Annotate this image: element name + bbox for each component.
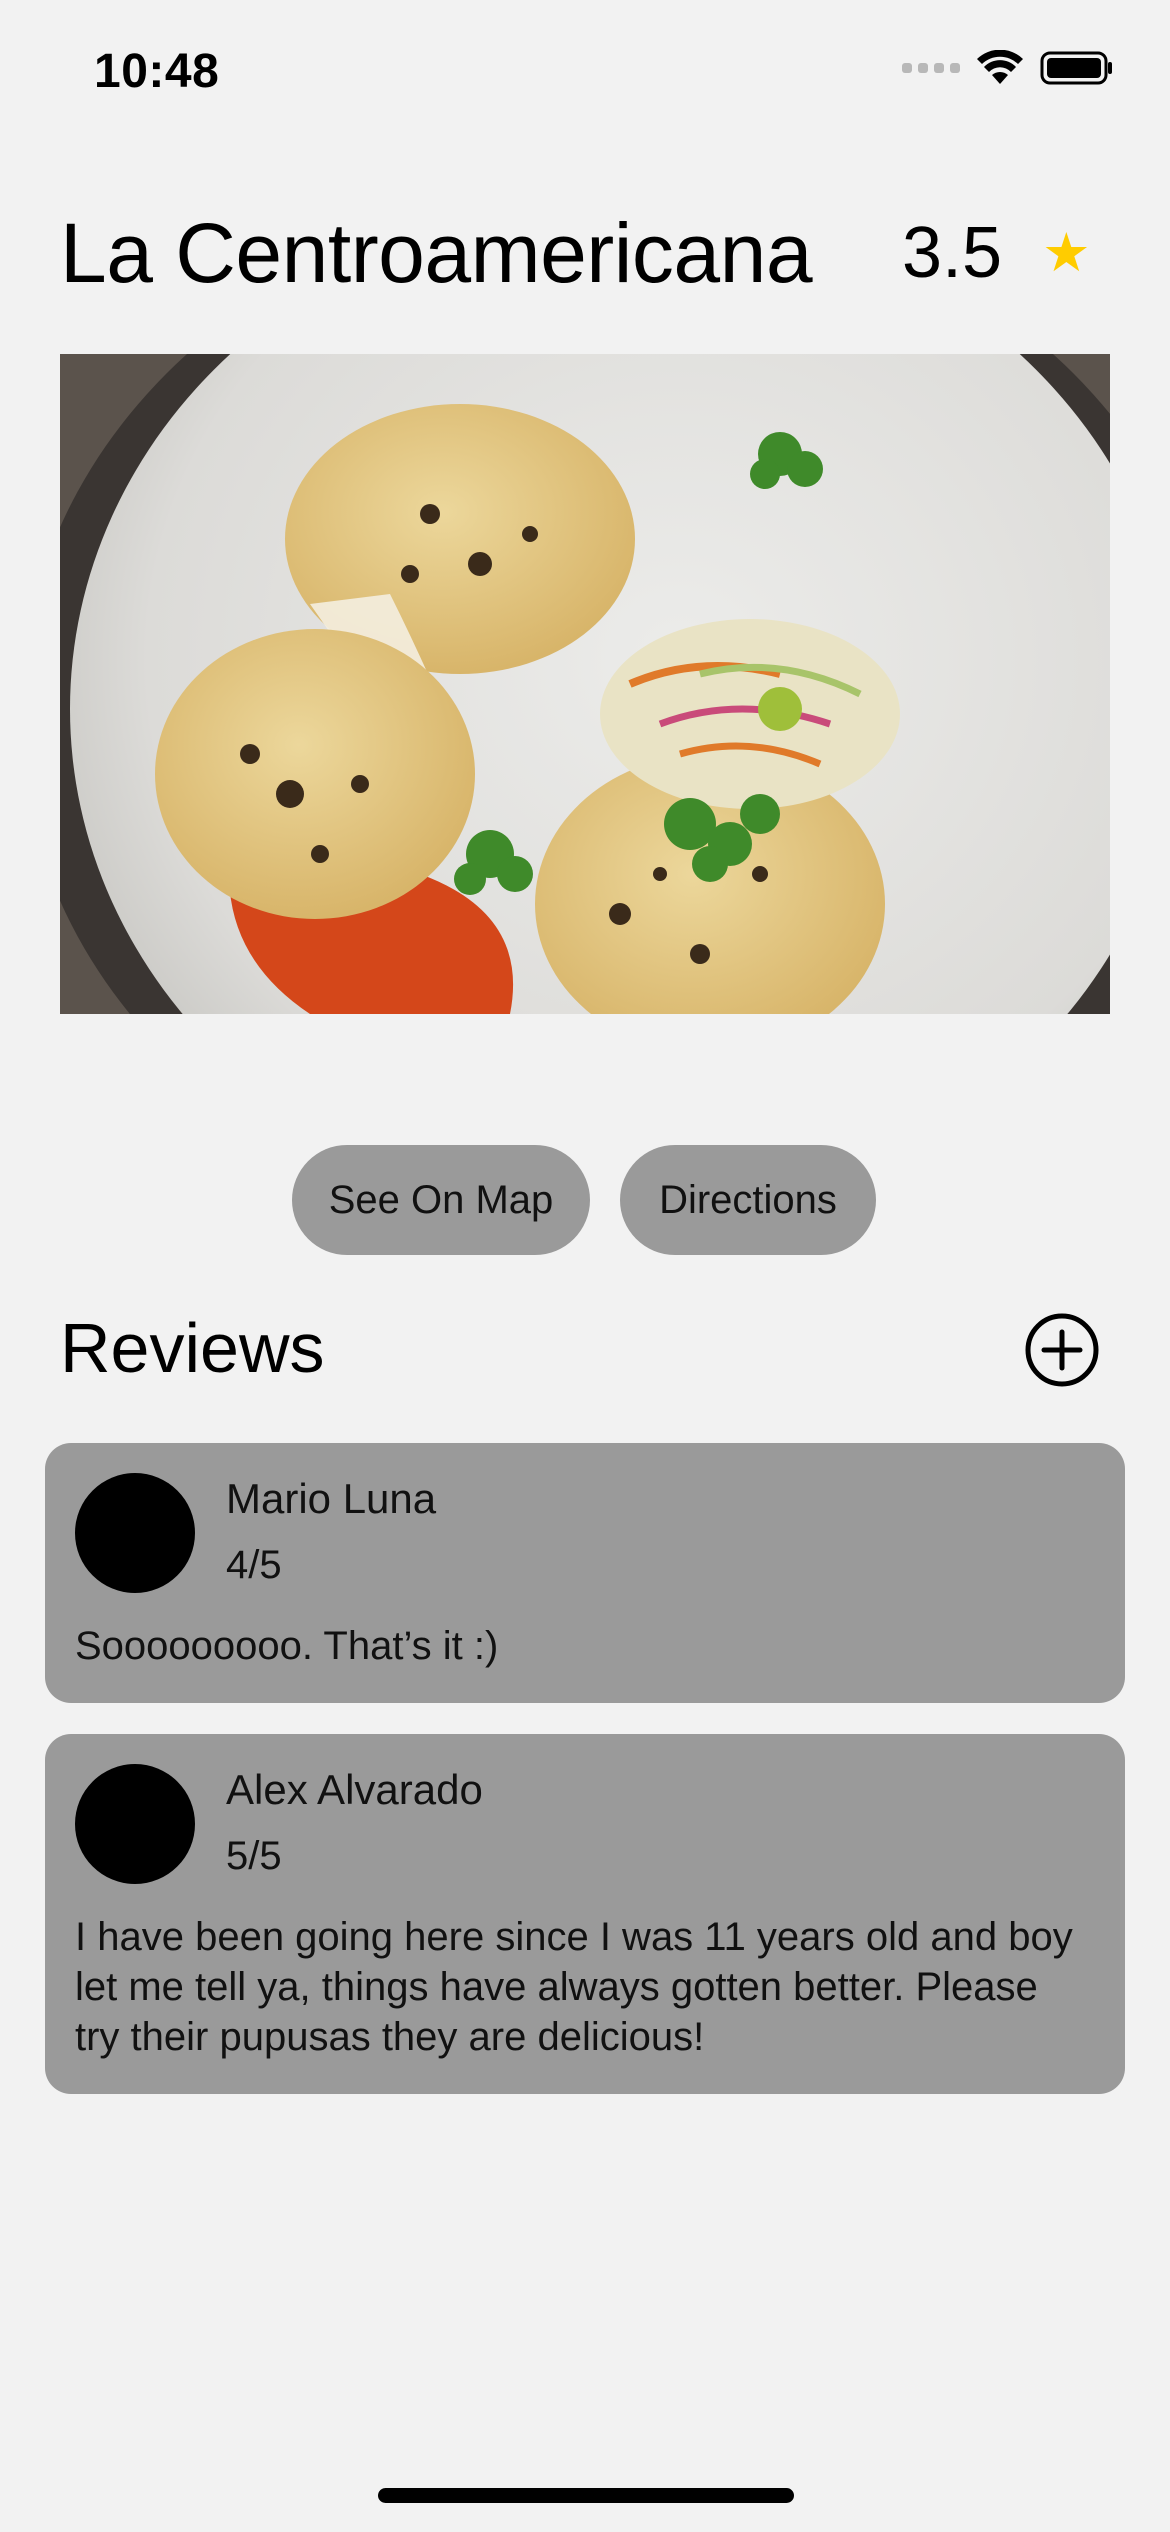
- cellular-signal-icon: [902, 63, 960, 73]
- restaurant-name: La Centroamericana: [60, 206, 813, 300]
- review-text: Sooooooooo. That’s it :): [75, 1624, 499, 1668]
- review-score: 4/5: [226, 1543, 282, 1587]
- rating-value: 3.5: [902, 213, 1003, 293]
- restaurant-photo: [60, 354, 1110, 1014]
- status-bar: 10:48: [0, 0, 1170, 150]
- review-score: 5/5: [226, 1834, 282, 1878]
- directions-button[interactable]: Directions: [620, 1145, 876, 1255]
- wifi-icon: [977, 50, 1023, 84]
- pupusas-photo: [60, 354, 1110, 1014]
- reviews-title: Reviews: [60, 1309, 325, 1387]
- reviewer-name: Alex Alvarado: [226, 1766, 483, 1813]
- rating: 3.5 ★: [902, 212, 1091, 294]
- see-on-map-button[interactable]: See On Map: [292, 1145, 590, 1255]
- reviewer-name: Mario Luna: [226, 1475, 437, 1522]
- review-text: I have been going here since I was 11 ye…: [75, 1915, 1073, 2059]
- star-icon: ★: [1042, 223, 1091, 283]
- review-card[interactable]: Mario Luna 4/5 Sooooooooo. That’s it :): [45, 1443, 1125, 1703]
- battery-icon: [1040, 51, 1112, 85]
- avatar: [75, 1473, 195, 1593]
- status-time: 10:48: [94, 45, 220, 98]
- home-indicator[interactable]: [378, 2488, 794, 2503]
- avatar: [75, 1764, 195, 1884]
- review-card[interactable]: Alex Alvarado 5/5 I have been going here…: [45, 1734, 1125, 2094]
- status-icons: [902, 50, 1114, 86]
- plus-circle-icon[interactable]: [1024, 1312, 1100, 1388]
